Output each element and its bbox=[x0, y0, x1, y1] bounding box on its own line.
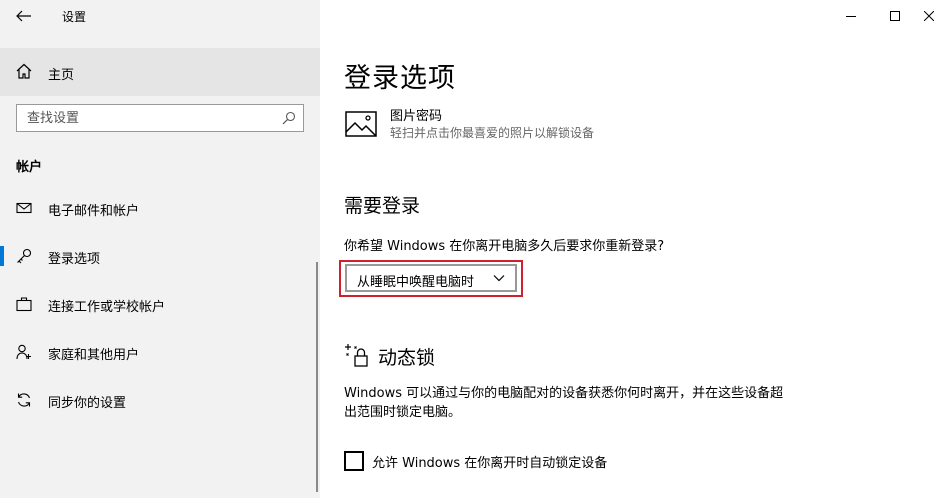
minimize-button[interactable] bbox=[828, 0, 874, 32]
minimize-icon bbox=[846, 16, 856, 17]
app-title: 设置 bbox=[62, 10, 87, 24]
home-nav-item[interactable]: 主页 bbox=[0, 48, 320, 96]
key-icon bbox=[17, 248, 32, 264]
section-label-accounts: 帐户 bbox=[16, 160, 43, 175]
picture-password-description: 轻扫并点击你最喜爱的照片以解锁设备 bbox=[390, 126, 595, 140]
sidebar: 设置 主页 帐户 电子邮件和帐户 登录选项 连 bbox=[0, 0, 320, 498]
home-label: 主页 bbox=[48, 68, 75, 83]
sidebar-scrollbar[interactable] bbox=[316, 262, 318, 492]
sync-icon bbox=[17, 393, 31, 407]
dynamic-lock-heading: 动态锁 bbox=[378, 347, 436, 369]
sidebar-item-work-school[interactable]: 连接工作或学校帐户 bbox=[0, 284, 320, 324]
sidebar-item-label: 家庭和其他用户 bbox=[48, 348, 140, 363]
maximize-icon bbox=[890, 11, 900, 21]
dropdown-value: 从睡眠中唤醒电脑时 bbox=[357, 275, 475, 290]
sidebar-item-label: 登录选项 bbox=[48, 252, 101, 267]
title-bar: 设置 bbox=[0, 0, 320, 32]
require-signin-question: 你希望 Windows 在你离开电脑多久后要求你重新登录? bbox=[344, 239, 665, 254]
person-icon bbox=[16, 344, 31, 360]
search-icon[interactable] bbox=[282, 111, 296, 125]
close-icon bbox=[924, 11, 934, 21]
sidebar-item-signin-options[interactable]: 登录选项 bbox=[0, 236, 320, 276]
sidebar-item-sync[interactable]: 同步你的设置 bbox=[0, 380, 320, 420]
close-button[interactable] bbox=[906, 0, 952, 32]
dynamic-lock-icon bbox=[345, 344, 368, 367]
briefcase-icon bbox=[16, 297, 32, 312]
require-signin-heading: 需要登录 bbox=[344, 195, 421, 217]
chevron-down-icon bbox=[493, 275, 505, 282]
page-title: 登录选项 bbox=[344, 63, 456, 94]
back-arrow-icon bbox=[16, 10, 31, 22]
search-input[interactable] bbox=[17, 105, 277, 131]
active-indicator bbox=[0, 246, 4, 266]
picture-password-title[interactable]: 图片密码 bbox=[390, 105, 442, 124]
sidebar-item-email-accounts[interactable]: 电子邮件和帐户 bbox=[0, 188, 320, 228]
search-box[interactable] bbox=[16, 104, 304, 132]
sidebar-item-label: 电子邮件和帐户 bbox=[48, 204, 140, 219]
sidebar-item-label: 连接工作或学校帐户 bbox=[48, 300, 166, 315]
sidebar-item-family[interactable]: 家庭和其他用户 bbox=[0, 332, 320, 372]
back-button[interactable] bbox=[8, 4, 40, 28]
home-icon bbox=[16, 63, 32, 79]
dynamic-lock-checkbox-label[interactable]: 允许 Windows 在你离开时自动锁定设备 bbox=[372, 452, 607, 471]
sidebar-item-label: 同步你的设置 bbox=[48, 396, 127, 411]
mail-icon bbox=[16, 202, 32, 214]
dynamic-lock-checkbox[interactable] bbox=[344, 451, 364, 471]
require-signin-dropdown[interactable]: 从睡眠中唤醒电脑时 bbox=[345, 264, 517, 292]
dynamic-lock-description: Windows 可以通过与你的电脑配对的设备获悉你何时离开，并在这些设备超出范围… bbox=[344, 386, 784, 420]
picture-icon bbox=[345, 111, 377, 137]
